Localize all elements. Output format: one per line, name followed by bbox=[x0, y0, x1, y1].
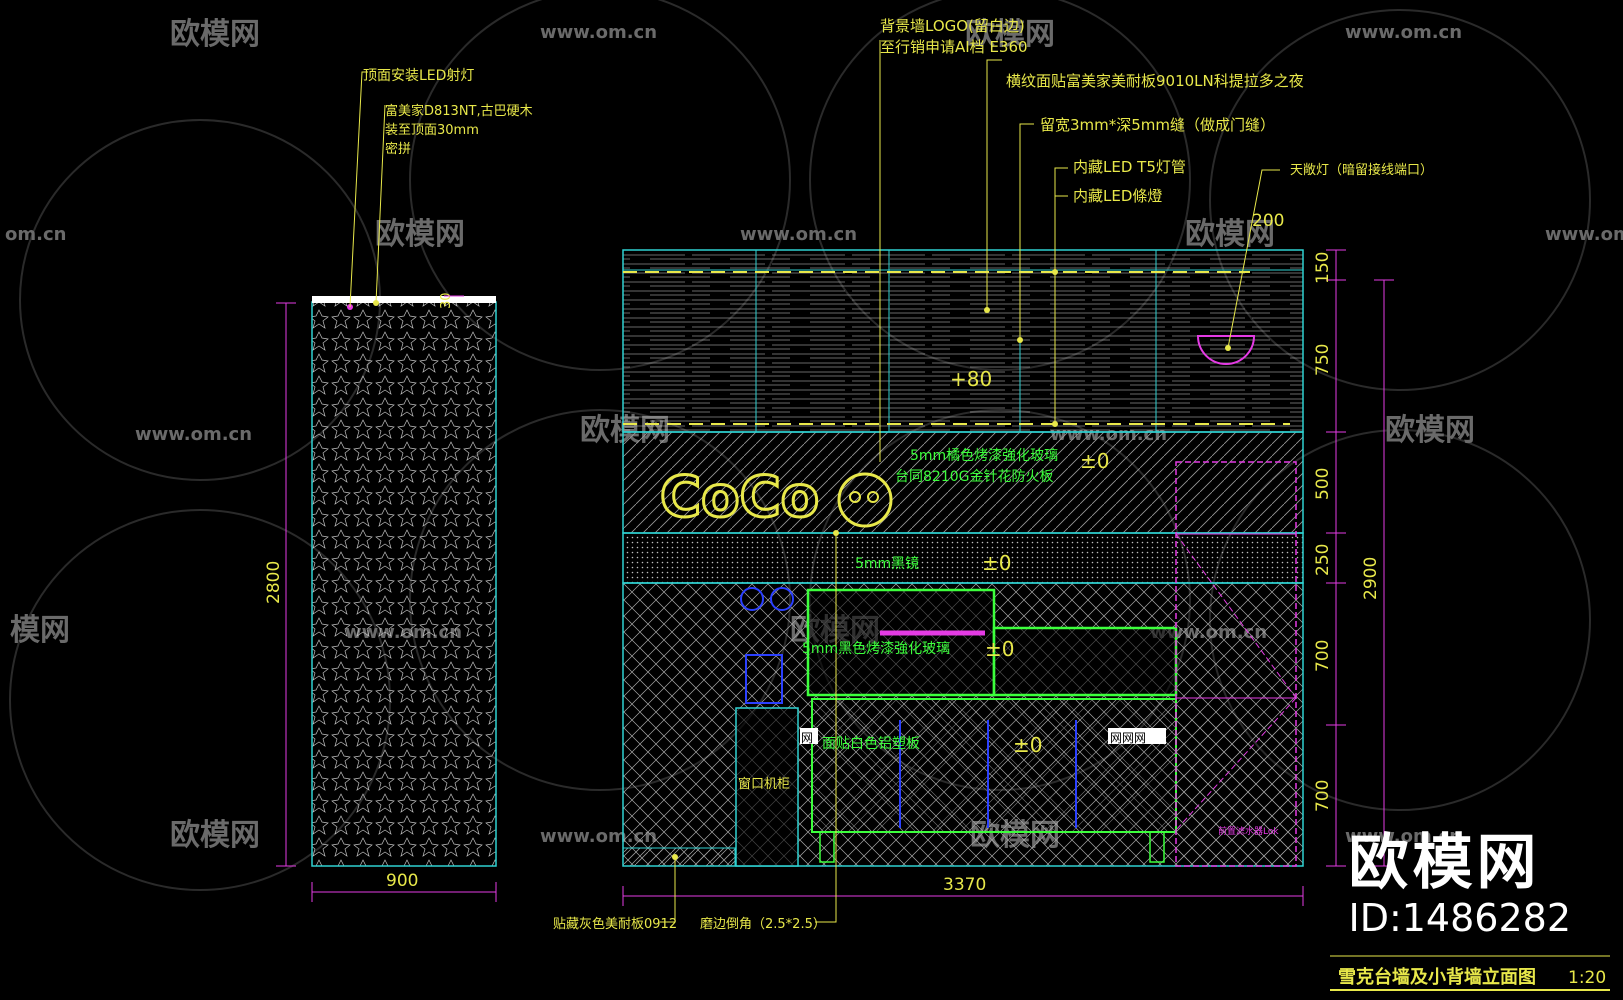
watermark-brand: 欧模网 bbox=[170, 818, 260, 853]
watermark-url: www.om.cn bbox=[740, 224, 857, 245]
title-block: 雪克台墙及小背墙立面图 1:20 bbox=[1330, 955, 1610, 991]
dim-500: 500 bbox=[1313, 468, 1333, 500]
left-height-dim: 2800 bbox=[264, 561, 284, 604]
note-gap: 留宽3mm*深5mm缝（做成门缝） bbox=[1040, 116, 1275, 134]
note-black-mirror: 5mm黑镜 bbox=[855, 556, 919, 572]
note-black-glass: 5mm黑色烤漆強化玻璃 bbox=[802, 640, 950, 657]
elev-plus80: +80 bbox=[950, 367, 992, 391]
dim-250: 250 bbox=[1313, 544, 1333, 576]
left-width-dim: 900 bbox=[386, 871, 418, 891]
main-width-dim: 3370 bbox=[943, 875, 986, 895]
note-downlight: 天敞灯（暗留接线端口） bbox=[1290, 162, 1433, 178]
watermark-id: ID:1486282 bbox=[1348, 896, 1571, 940]
dim-150: 150 bbox=[1313, 252, 1333, 284]
note-t5: 内藏LED T5灯管 bbox=[1073, 158, 1186, 176]
watermark-url: www.om.cn bbox=[1545, 224, 1623, 245]
note-material-2: 装至顶面30mm bbox=[385, 123, 479, 138]
main-elevation: CoCo 网 网网网 150 750 500 250 700 700 2900 … bbox=[553, 17, 1433, 932]
left-top-dim: 30 bbox=[439, 292, 454, 309]
dim-2900: 2900 bbox=[1361, 557, 1381, 600]
note-panel: 横纹面贴富美家美耐板9010LN科提拉多之夜 bbox=[1006, 72, 1304, 90]
note-orange-glass-1: 5mm橘色烤漆強化玻璃 bbox=[910, 447, 1058, 464]
top-dim-200: 200 bbox=[1252, 211, 1284, 231]
dim-700-a: 700 bbox=[1313, 640, 1333, 672]
watermark-url: www.om.cn bbox=[135, 424, 252, 445]
watermark-url-short: om.cn bbox=[5, 224, 66, 245]
note-gray-board: 贴藏灰色美耐板0912 bbox=[553, 916, 677, 932]
note-material-1: 富美家D813NT,古巴硬木 bbox=[385, 103, 533, 119]
watermark-url: www.om.cn bbox=[540, 22, 657, 43]
coco-logo: CoCo bbox=[660, 465, 819, 530]
note-logo-1: 背景墙LOGO(留白边) bbox=[880, 17, 1025, 35]
note-led: 顶面安装LED射灯 bbox=[363, 68, 474, 84]
elev-zero-3: ±0 bbox=[985, 637, 1014, 661]
drawing-title: 雪克台墙及小背墙立面图 bbox=[1338, 966, 1536, 988]
watermark-id-block: 欧模网 ID:1486282 bbox=[1348, 830, 1571, 940]
drawing-scale: 1:20 bbox=[1568, 968, 1606, 988]
elev-zero-2: ±0 bbox=[982, 551, 1011, 575]
dim-750: 750 bbox=[1313, 344, 1333, 376]
note-aluminum: 面贴白色铝塑板 bbox=[822, 735, 920, 752]
note-cabinet: 窗口机柜 bbox=[738, 776, 790, 792]
left-panel: 2800 900 30 顶面安装LED射灯 富美家D813NT,古巴硬木 装至顶… bbox=[264, 68, 533, 902]
watermark-brand: 欧模网 bbox=[375, 217, 465, 252]
note-material-3: 密拼 bbox=[385, 141, 411, 157]
note-logo-2: 至行销申请AI档 E360 bbox=[880, 38, 1028, 56]
note-pink-label: 前置滤水器Lok bbox=[1218, 825, 1279, 837]
watermark-brand: 欧模网 bbox=[1385, 413, 1475, 448]
watermark-logo-text: 欧模网 bbox=[1348, 828, 1541, 898]
note-orange-glass-2: 台同8210G金针花防火板 bbox=[895, 469, 1053, 485]
elev-zero-4: ±0 bbox=[1013, 733, 1042, 757]
note-strip: 内藏LED條燈 bbox=[1073, 187, 1162, 205]
elev-zero-1: ±0 bbox=[1080, 449, 1109, 473]
watermark-brand-partial: 模网 bbox=[10, 613, 70, 648]
dim-700-b: 700 bbox=[1313, 780, 1333, 812]
tag-box: 网 bbox=[801, 731, 813, 745]
note-edge: 磨边倒角（2.5*2.5） bbox=[700, 917, 826, 932]
watermark-brand: 欧模网 bbox=[170, 17, 260, 52]
watermark-url: www.om.cn bbox=[1345, 22, 1462, 43]
tag-box-group: 网网网 bbox=[1110, 731, 1146, 745]
